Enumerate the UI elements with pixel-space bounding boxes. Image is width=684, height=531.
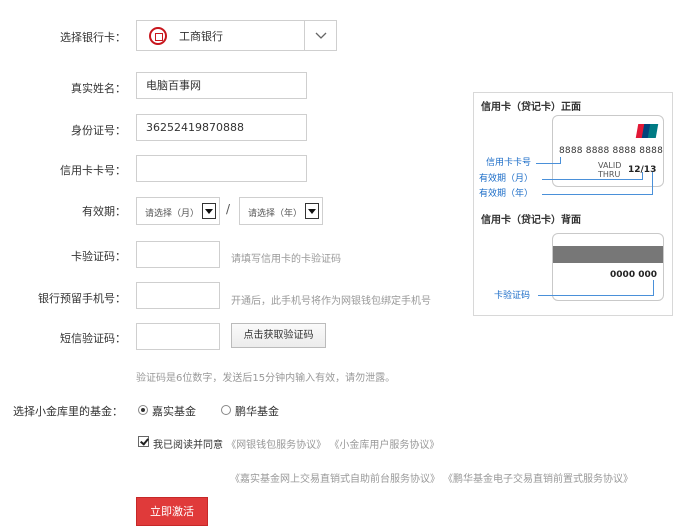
sample-card-number: 8888 8888 8888 8888 <box>559 146 663 156</box>
bank-name: 工商银行 <box>179 30 223 43</box>
sample-back-code: 0000 000 <box>610 270 657 280</box>
card-back-illustration: 0000 000 <box>552 233 664 301</box>
id-number-input[interactable]: 36252419870888 <box>136 114 307 141</box>
agreement-link-penghua[interactable]: 《鹏华基金电子交易直销前置式服务协议》 <box>443 470 633 485</box>
agreement-line: 我已阅读并同意 《网银钱包服务协议》 《小金库用户服务协议》 <box>153 436 439 451</box>
fund-radio-jiashi[interactable] <box>138 405 148 415</box>
card-front-illustration: 8888 8888 8888 8888 VALID THRU 12/13 <box>552 115 664 187</box>
icbc-logo-icon <box>149 27 167 45</box>
fund-radio-penghua[interactable] <box>221 405 231 415</box>
unionpay-logo-icon <box>635 124 659 138</box>
expiry-separator: / <box>226 202 231 216</box>
cvv-hint: 请填写信用卡的卡验证码 <box>231 254 341 265</box>
expiry-label: 有效期： <box>82 205 126 218</box>
expiry-month-pointer <box>542 179 642 180</box>
cvv-label: 卡验证码： <box>71 250 126 263</box>
valid-line-1: VALID <box>598 161 622 170</box>
sms-code-label: 短信验证码： <box>60 332 126 345</box>
phone-hint: 开通后，此手机号将作为网银钱包绑定手机号 <box>231 296 431 307</box>
cvv-pointer-up <box>653 280 654 296</box>
expiry-year-pointer <box>542 194 652 195</box>
name-label: 真实姓名： <box>71 82 126 95</box>
card-front-title: 信用卡（贷记卡）正面 <box>481 102 581 113</box>
card-back-title: 信用卡（贷记卡）背面 <box>481 215 581 226</box>
sms-code-input[interactable] <box>136 323 220 350</box>
card-number-label: 信用卡卡号： <box>60 164 126 177</box>
card-number-input[interactable] <box>136 155 307 182</box>
phone-input[interactable] <box>136 282 220 309</box>
agree-text: 我已阅读并同意 <box>153 440 223 451</box>
expiry-year-select[interactable]: 请选择（年） <box>239 197 323 225</box>
get-sms-code-button[interactable]: 点击获取验证码 <box>231 323 326 348</box>
card-number-pointer <box>536 163 560 164</box>
agree-checkbox[interactable] <box>138 436 149 447</box>
card-help-panel: 信用卡（贷记卡）正面 8888 8888 8888 8888 VALID THR… <box>473 92 673 316</box>
agreement-link-vault[interactable]: 《小金库用户服务协议》 <box>329 440 439 451</box>
sms-hint: 验证码是6位数字，发送后15分钟内输入有效，请勿泄露。 <box>136 373 396 384</box>
card-number-annotation: 信用卡卡号 <box>486 158 532 168</box>
bank-label: 选择银行卡： <box>60 31 126 44</box>
expiry-year-pointer-up <box>652 172 653 195</box>
agreement-link-wallet[interactable]: 《网银钱包服务协议》 <box>226 440 326 451</box>
dropdown-arrow-icon[interactable] <box>202 203 216 219</box>
expiry-month-annotation: 有效期（月） <box>479 174 534 184</box>
expiry-month-pointer-up <box>642 172 643 180</box>
cvv-annotation: 卡验证码 <box>494 291 531 301</box>
chevron-down-icon[interactable] <box>304 21 336 50</box>
id-label: 身份证号： <box>71 124 126 137</box>
magnetic-stripe <box>553 246 663 263</box>
fund-option-jiashi[interactable]: 嘉实基金 <box>152 403 196 419</box>
dropdown-arrow-icon[interactable] <box>305 203 319 219</box>
expiry-year-value: 请选择（年） <box>248 209 303 219</box>
expiry-month-value: 请选择（月） <box>145 209 200 219</box>
expiry-month-select[interactable]: 请选择（月） <box>136 197 220 225</box>
valid-line-2: THRU <box>598 170 621 179</box>
activate-button[interactable]: 立即激活 <box>136 497 208 526</box>
name-input[interactable]: 电脑百事网 <box>136 72 307 99</box>
fund-label: 选择小金库里的基金： <box>13 405 123 418</box>
card-number-pointer-up <box>560 157 561 164</box>
expiry-year-annotation: 有效期（年） <box>479 189 534 199</box>
fund-option-penghua[interactable]: 鹏华基金 <box>235 403 279 419</box>
agreement-link-jiashi[interactable]: 《嘉实基金网上交易直销式自助前台服务协议》 <box>230 470 440 485</box>
phone-label: 银行预留手机号： <box>38 292 126 305</box>
valid-thru-text: VALID THRU <box>598 161 621 179</box>
cvv-input[interactable] <box>136 241 220 268</box>
cvv-pointer <box>538 295 653 296</box>
bank-select[interactable]: 工商银行 <box>136 20 337 51</box>
